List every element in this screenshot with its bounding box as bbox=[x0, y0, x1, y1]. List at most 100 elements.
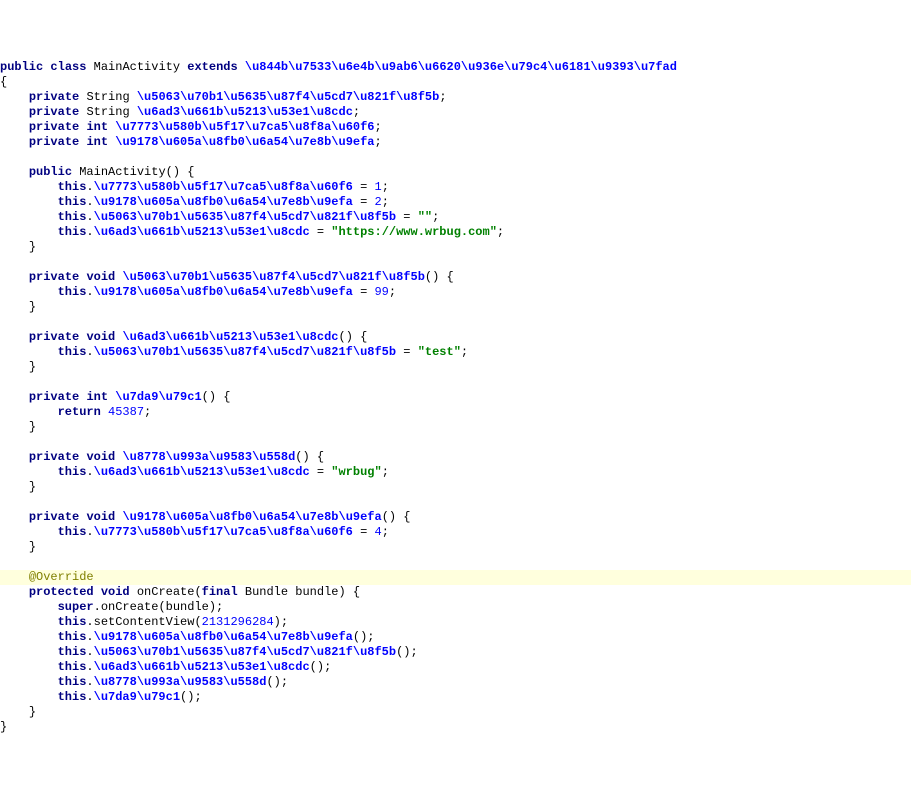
code-line bbox=[0, 375, 911, 390]
code-line: this.\u9178\u605a\u8fb0\u6a54\u7e8b\u9ef… bbox=[0, 285, 911, 300]
keyword: this bbox=[58, 225, 87, 239]
dot: . bbox=[86, 660, 93, 674]
suffix: () { bbox=[339, 330, 368, 344]
identifier: \u6ad3\u661b\u5213\u53e1\u8cdc bbox=[137, 105, 353, 119]
keyword: private bbox=[29, 120, 79, 134]
keyword: private bbox=[29, 105, 79, 119]
code-line: public class MainActivity extends \u844b… bbox=[0, 60, 911, 75]
identifier: \u6ad3\u661b\u5213\u53e1\u8cdc bbox=[94, 465, 310, 479]
eq: = bbox=[353, 285, 375, 299]
identifier: \u6ad3\u661b\u5213\u53e1\u8cdc bbox=[94, 225, 310, 239]
code-line: this.\u9178\u605a\u8fb0\u6a54\u7e8b\u9ef… bbox=[0, 630, 911, 645]
identifier: \u7da9\u79c1 bbox=[115, 390, 201, 404]
identifier: \u7773\u580b\u5f17\u7ca5\u8f8a\u60f6 bbox=[115, 120, 374, 134]
identifier: \u9178\u605a\u8fb0\u6a54\u7e8b\u9efa bbox=[122, 510, 381, 524]
keyword: this bbox=[58, 285, 87, 299]
rest: ); bbox=[274, 615, 288, 629]
identifier: \u9178\u605a\u8fb0\u6a54\u7e8b\u9efa bbox=[94, 285, 353, 299]
dot: . bbox=[86, 675, 93, 689]
dot: . bbox=[86, 465, 93, 479]
keyword: this bbox=[58, 645, 87, 659]
dot: . bbox=[86, 525, 93, 539]
identifier: \u8778\u993a\u9583\u558d bbox=[94, 675, 267, 689]
brace: } bbox=[29, 300, 36, 314]
code-line: } bbox=[0, 480, 911, 495]
keyword: this bbox=[58, 630, 87, 644]
code-line: private String \u6ad3\u661b\u5213\u53e1\… bbox=[0, 105, 911, 120]
suffix: () { bbox=[425, 270, 454, 284]
method-name: setContentView( bbox=[94, 615, 202, 629]
code-line: } bbox=[0, 300, 911, 315]
dot: . bbox=[86, 225, 93, 239]
keyword: return bbox=[58, 405, 101, 419]
method-name: onCreate( bbox=[137, 585, 202, 599]
keyword: private bbox=[29, 330, 79, 344]
keyword: final bbox=[202, 585, 238, 599]
annotation: @Override bbox=[29, 570, 94, 584]
semi: ; bbox=[432, 210, 439, 224]
code-line bbox=[0, 435, 911, 450]
dot: . bbox=[86, 645, 93, 659]
code-line bbox=[0, 495, 911, 510]
dot: . bbox=[86, 195, 93, 209]
identifier: \u9178\u605a\u8fb0\u6a54\u7e8b\u9efa bbox=[94, 630, 353, 644]
dot: . bbox=[86, 210, 93, 224]
identifier: \u6ad3\u661b\u5213\u53e1\u8cdc bbox=[122, 330, 338, 344]
identifier: \u7773\u580b\u5f17\u7ca5\u8f8a\u60f6 bbox=[94, 180, 353, 194]
keyword: this bbox=[58, 615, 87, 629]
semi: ; bbox=[389, 285, 396, 299]
code-line: } bbox=[0, 360, 911, 375]
brace: } bbox=[29, 705, 36, 719]
code-line: this.\u5063\u70b1\u5635\u87f4\u5cd7\u821… bbox=[0, 210, 911, 225]
code-line: this.\u9178\u605a\u8fb0\u6a54\u7e8b\u9ef… bbox=[0, 195, 911, 210]
eq: = bbox=[353, 180, 375, 194]
suffix: () { bbox=[382, 510, 411, 524]
keyword: void bbox=[86, 330, 115, 344]
code-line: this.\u6ad3\u661b\u5213\u53e1\u8cdc(); bbox=[0, 660, 911, 675]
dot: . bbox=[86, 285, 93, 299]
eq: = bbox=[310, 465, 332, 479]
keyword: extends bbox=[187, 60, 237, 74]
identifier: \u5063\u70b1\u5635\u87f4\u5cd7\u821f\u8f… bbox=[94, 645, 396, 659]
code-line: private void \u8778\u993a\u9583\u558d() … bbox=[0, 450, 911, 465]
dot: . bbox=[86, 615, 93, 629]
brace: } bbox=[29, 420, 36, 434]
code-line: private void \u6ad3\u661b\u5213\u53e1\u8… bbox=[0, 330, 911, 345]
identifier: \u7773\u580b\u5f17\u7ca5\u8f8a\u60f6 bbox=[94, 525, 353, 539]
rest: (); bbox=[310, 660, 332, 674]
suffix: () { bbox=[202, 390, 231, 404]
dot: . bbox=[94, 600, 101, 614]
semi: ; bbox=[497, 225, 504, 239]
keyword: int bbox=[86, 135, 108, 149]
number: 2131296284 bbox=[202, 615, 274, 629]
code-line: } bbox=[0, 705, 911, 720]
rest: onCreate(bundle); bbox=[101, 600, 223, 614]
code-line: private String \u5063\u70b1\u5635\u87f4\… bbox=[0, 90, 911, 105]
keyword: this bbox=[58, 660, 87, 674]
number: 2 bbox=[374, 195, 381, 209]
rest: (); bbox=[266, 675, 288, 689]
string: "" bbox=[418, 210, 432, 224]
code-line: } bbox=[0, 420, 911, 435]
semi: ; bbox=[382, 465, 389, 479]
code-line bbox=[0, 150, 911, 165]
suffix: () { bbox=[295, 450, 324, 464]
type: String bbox=[86, 105, 129, 119]
identifier: \u8778\u993a\u9583\u558d bbox=[122, 450, 295, 464]
code-line: this.\u7da9\u79c1(); bbox=[0, 690, 911, 705]
code-line: } bbox=[0, 720, 911, 735]
code-line: private void \u5063\u70b1\u5635\u87f4\u5… bbox=[0, 270, 911, 285]
keyword: void bbox=[86, 510, 115, 524]
keyword: int bbox=[86, 120, 108, 134]
code-line: this.\u7773\u580b\u5f17\u7ca5\u8f8a\u60f… bbox=[0, 525, 911, 540]
rest: (); bbox=[396, 645, 418, 659]
brace: } bbox=[29, 480, 36, 494]
code-line: this.\u6ad3\u661b\u5213\u53e1\u8cdc = "w… bbox=[0, 465, 911, 480]
code-line: return 45387; bbox=[0, 405, 911, 420]
code-line: } bbox=[0, 240, 911, 255]
brace: } bbox=[29, 360, 36, 374]
code-line: { bbox=[0, 75, 911, 90]
keyword: this bbox=[58, 525, 87, 539]
keyword: public bbox=[0, 60, 43, 74]
identifier: \u5063\u70b1\u5635\u87f4\u5cd7\u821f\u8f… bbox=[94, 345, 396, 359]
